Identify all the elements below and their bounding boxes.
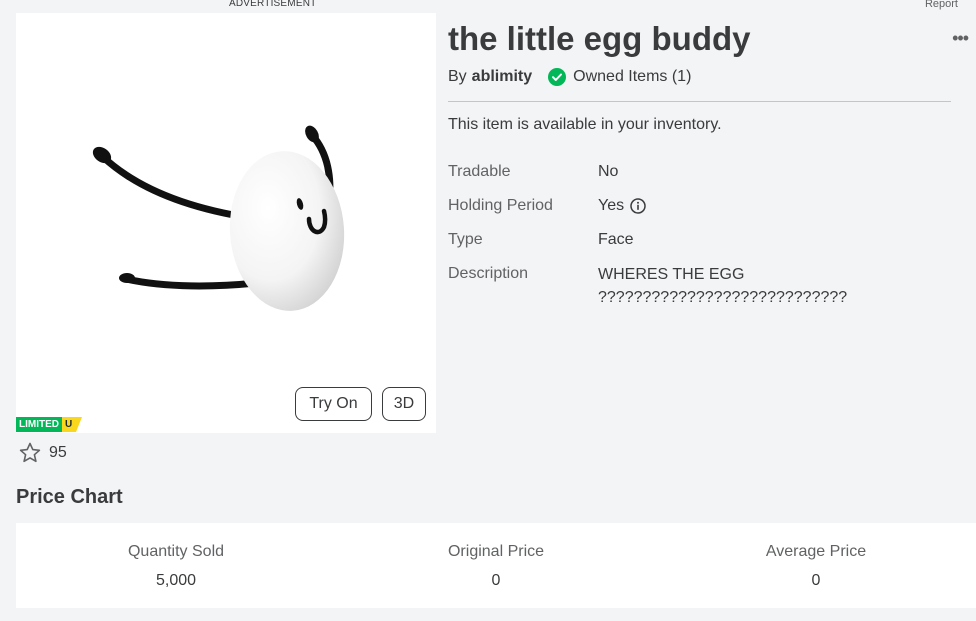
- stat-quantity-sold: Quantity Sold 5,000: [16, 523, 336, 608]
- detail-row-tradable: Tradable No: [448, 162, 958, 182]
- owned-items-link[interactable]: Owned Items (1): [573, 68, 691, 86]
- creator-link[interactable]: ablimity: [472, 68, 532, 86]
- stat-original-price: Original Price 0: [336, 523, 656, 608]
- price-stats-panel: Quantity Sold 5,000 Original Price 0 Ave…: [16, 523, 976, 608]
- detail-label: Tradable: [448, 163, 511, 180]
- detail-row-type: Type Face: [448, 230, 958, 250]
- detail-row-description: Description WHERES THE EGG ?????????????…: [448, 264, 958, 309]
- favorite-button[interactable]: 95: [17, 441, 67, 465]
- by-prefix: By: [448, 68, 467, 85]
- detail-label: Type: [448, 231, 483, 248]
- detail-row-holding-period: Holding Period Yes: [448, 196, 958, 216]
- item-title: the little egg buddy: [448, 20, 751, 57]
- availability-text: This item is available in your inventory…: [448, 116, 722, 133]
- stat-average-price: Average Price 0: [656, 523, 976, 608]
- view-3d-button[interactable]: 3D: [382, 387, 426, 421]
- detail-label: Description: [448, 265, 529, 282]
- item-details: Tradable No Holding Period Yes Type Face…: [448, 162, 958, 323]
- item-byline: By ablimity Owned Items (1): [448, 68, 691, 86]
- limited-badge-label: LIMITED: [16, 417, 62, 432]
- limited-u-badge: LIMITED U: [16, 417, 82, 432]
- stat-value: 0: [491, 572, 501, 589]
- report-link[interactable]: Report: [925, 0, 958, 10]
- egg-buddy-image: [92, 125, 345, 311]
- stat-value: 0: [811, 572, 821, 589]
- unique-badge-label: U: [62, 417, 82, 432]
- detail-value-container: Yes: [598, 196, 646, 216]
- more-options-icon[interactable]: •••: [952, 29, 969, 47]
- favorite-star-icon: [19, 442, 41, 463]
- detail-value: Face: [598, 231, 634, 248]
- favorite-count: 95: [49, 444, 67, 461]
- description-text: WHERES THE EGG ?????????????????????????…: [598, 266, 848, 306]
- header-divider: [448, 101, 951, 102]
- item-thumbnail: Try On 3D LIMITED U: [16, 13, 436, 433]
- info-icon[interactable]: [630, 198, 646, 214]
- owned-check-icon: [548, 68, 567, 86]
- detail-value: No: [598, 163, 619, 180]
- stat-label: Quantity Sold: [127, 543, 225, 560]
- stat-label: Average Price: [765, 543, 867, 560]
- stat-value: 5,000: [155, 572, 197, 589]
- price-chart-title: Price Chart: [16, 486, 123, 508]
- detail-value: Yes: [598, 197, 625, 214]
- stat-label: Original Price: [447, 543, 545, 560]
- try-on-button[interactable]: Try On: [295, 387, 372, 421]
- detail-label: Holding Period: [448, 197, 553, 214]
- advertisement-label: ADVERTISEMENT: [229, 0, 317, 9]
